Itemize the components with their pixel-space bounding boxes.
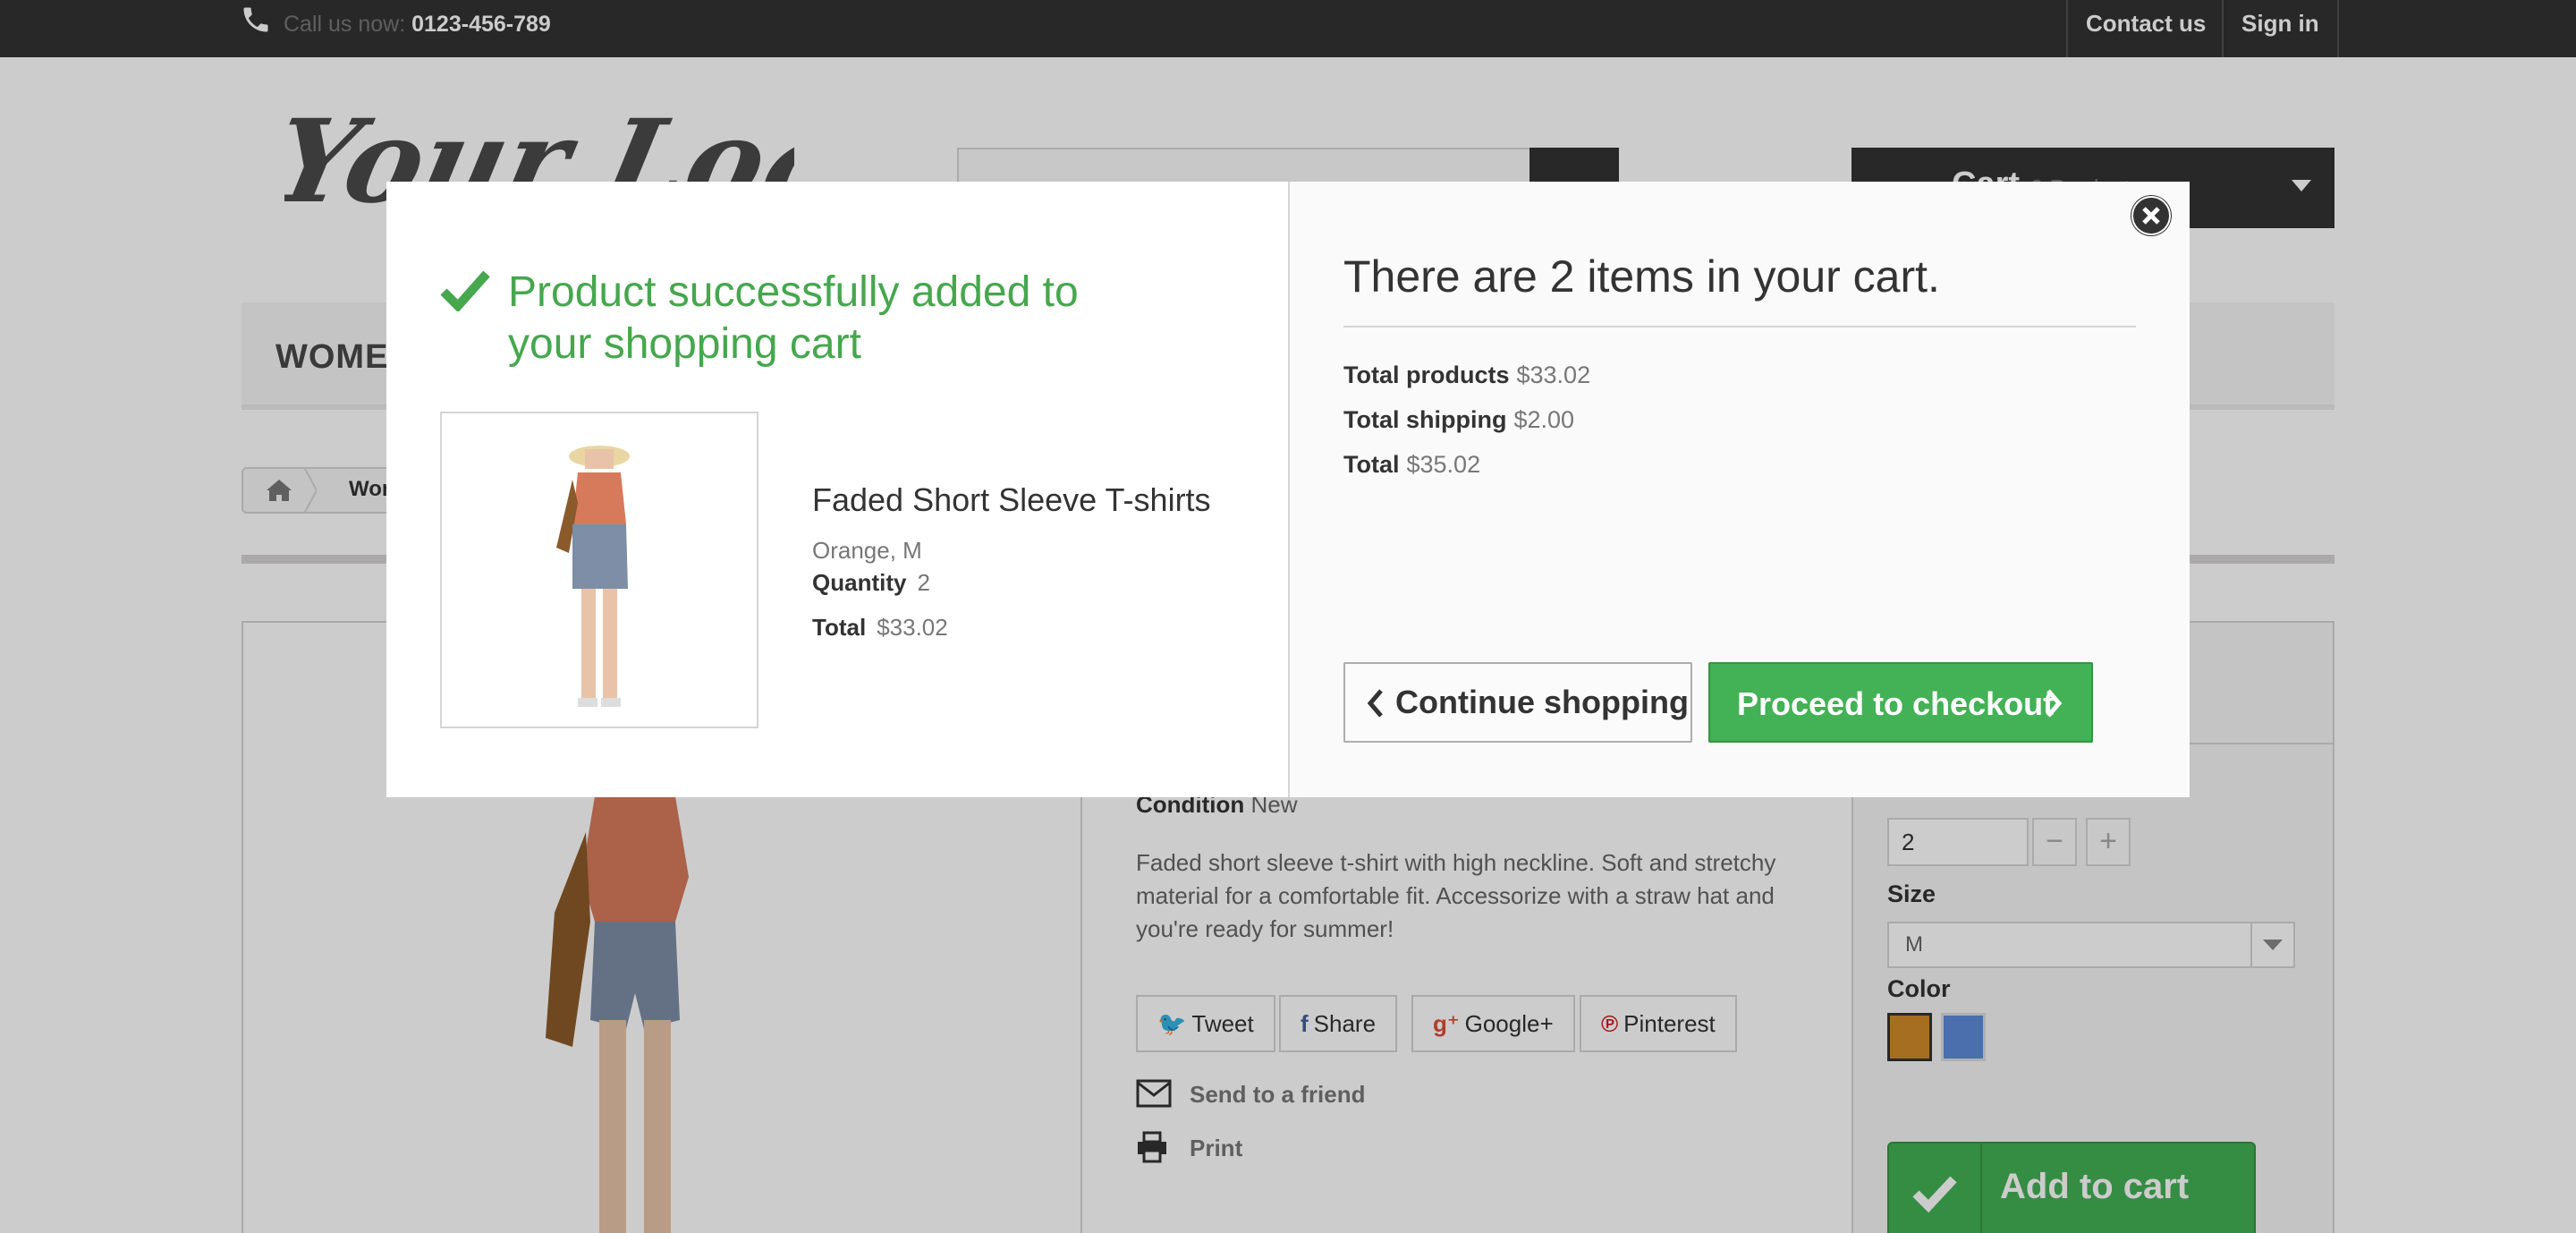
total-products-row: Total products $33.02 (1343, 361, 1591, 388)
close-icon[interactable] (2131, 195, 2172, 236)
continue-shopping-button[interactable]: Continue shopping (1343, 662, 1692, 743)
summary-divider (1343, 326, 2136, 327)
chevron-right-icon (2046, 689, 2063, 718)
modal-total-value: $33.02 (877, 614, 948, 641)
cart-item-count-heading: There are 2 items in your cart. (1343, 251, 1940, 302)
check-icon (440, 270, 490, 311)
grand-total-row: Total $35.02 (1343, 451, 1481, 478)
product-thumbnail (440, 412, 758, 728)
success-message: Product successfully added to your shoppi… (508, 268, 1079, 368)
modal-line-total-row: Total $33.02 (812, 614, 948, 642)
modal-quantity-row: Quantity 2 (812, 569, 930, 597)
modal-quantity-label: Quantity (812, 569, 907, 596)
modal-quantity-value: 2 (917, 569, 930, 596)
total-products-value: $33.02 (1516, 361, 1591, 388)
total-shipping-value: $2.00 (1513, 406, 1575, 433)
proceed-to-checkout-button[interactable]: Proceed to checkout (1708, 662, 2093, 743)
modal-product-attributes: Orange, M (812, 537, 922, 564)
product-thumbnail-image (556, 446, 630, 707)
grand-total-value: $35.02 (1406, 451, 1481, 478)
chevron-left-icon (1367, 689, 1383, 718)
modal-product-name: Faded Short Sleeve T-shirts (812, 481, 1211, 518)
modal-total-label: Total (812, 614, 867, 641)
total-shipping-row: Total shipping $2.00 (1343, 406, 1575, 433)
